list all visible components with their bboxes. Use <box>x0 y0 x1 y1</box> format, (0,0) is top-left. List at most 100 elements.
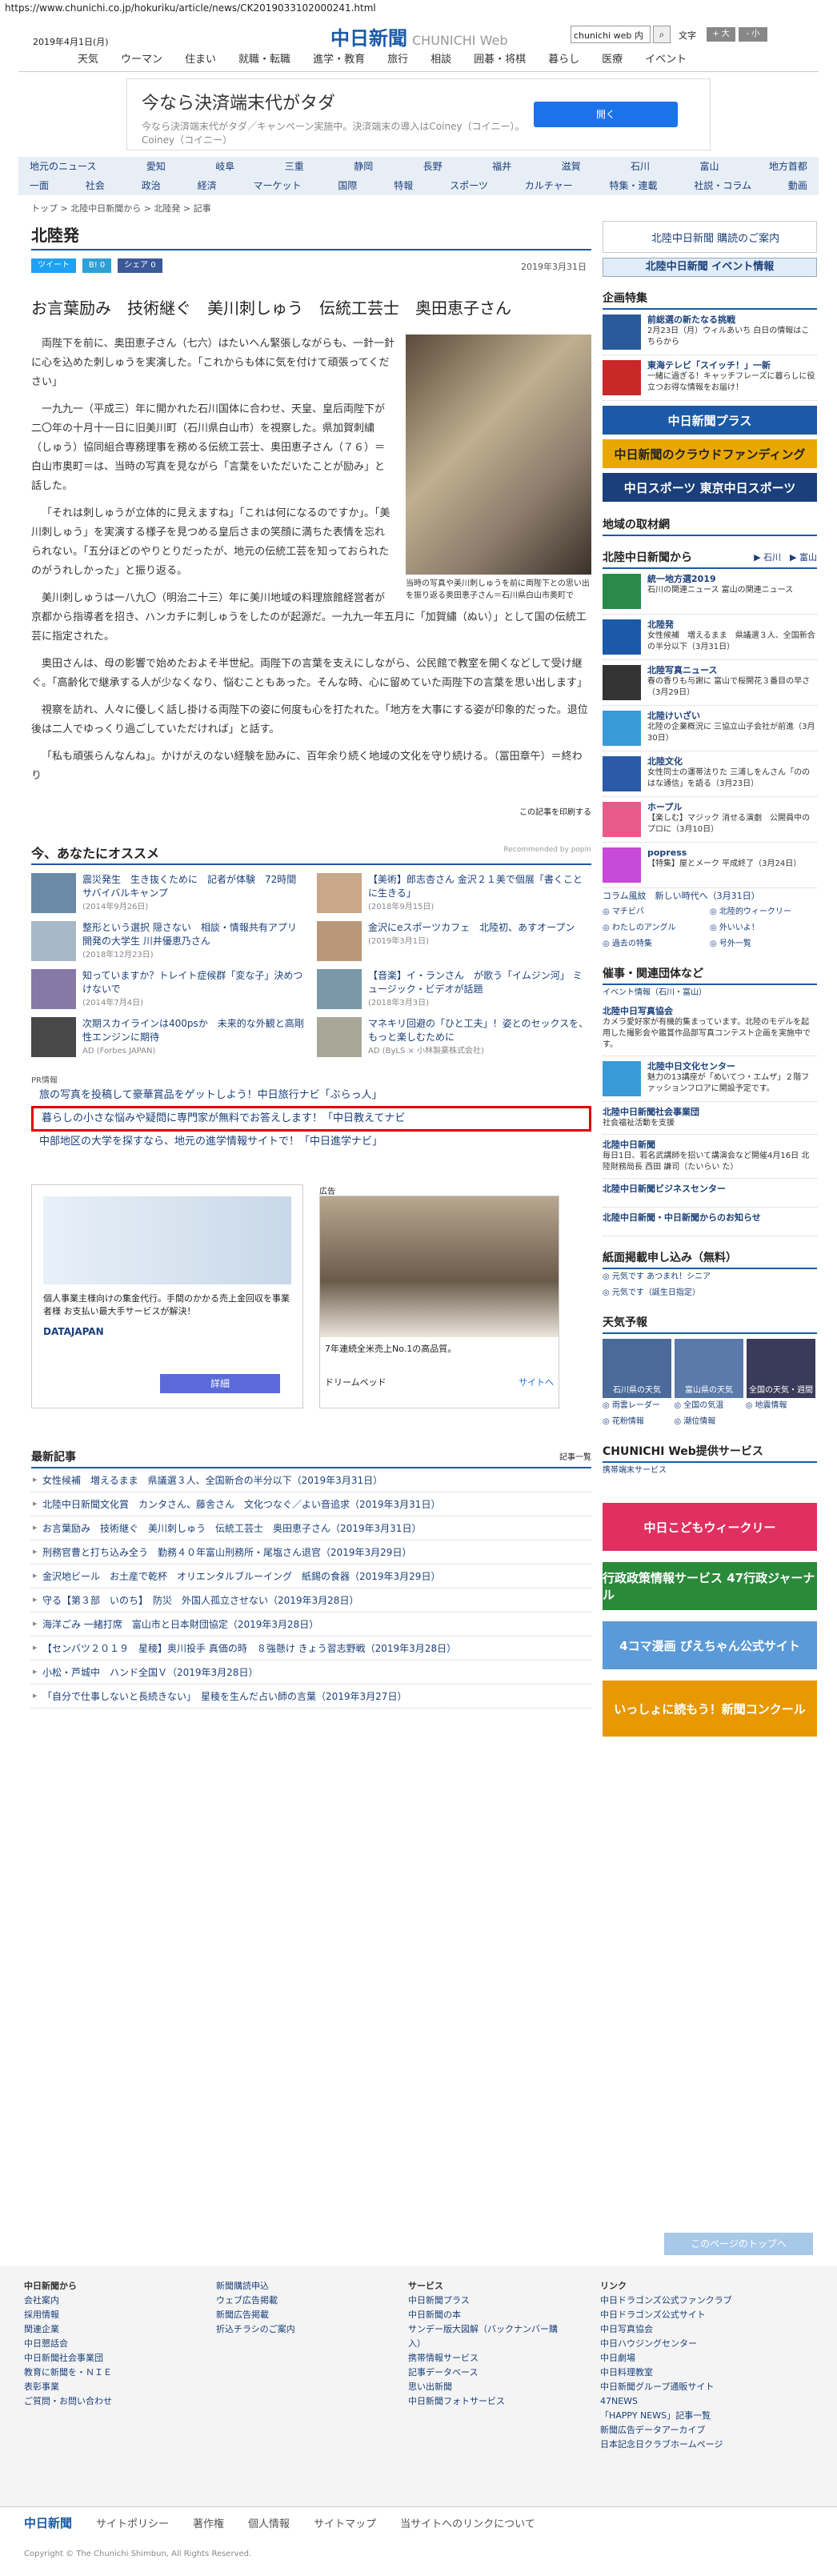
footer-link[interactable]: 会社案内 <box>24 2294 184 2308</box>
footer-link[interactable]: ウェブ広告掲載 <box>216 2294 376 2308</box>
footer-link[interactable]: 中日ドラゴンズ公式サイト <box>600 2308 760 2322</box>
from-item[interactable]: popress 【特集】屋とメーク 平成終了（3月24日） <box>603 843 817 888</box>
footer-link[interactable]: 教育に新聞を・ＮＩＥ <box>24 2366 184 2380</box>
footer-link[interactable]: 中日料理教室 <box>600 2366 760 2380</box>
recent-item[interactable]: 「自分で仕事しないと長続きない」 星稜を生んだ占い師の言葉（2019年3月27日… <box>31 1685 591 1709</box>
recommend-item[interactable]: 【美術】郎志杏さん 金沢２１美で個展「書くことに生きる」 (2018年9月15日) <box>317 873 591 916</box>
pr-link[interactable]: 旅の写真を投稿して豪華賞品をゲットしよう！中日旅行ナビ「ぶらっ人」 <box>31 1085 591 1106</box>
category-nav-item[interactable]: マーケット <box>254 176 302 195</box>
region-nav-item[interactable]: 長野 <box>423 157 443 176</box>
region-nav-item[interactable]: 愛知 <box>146 157 166 176</box>
recent-item[interactable]: 海洋ごみ 一緒打席 富山市と日本財団協定（2019年3月28日） <box>31 1613 591 1637</box>
region-nav-item[interactable]: 地元のニュース <box>30 157 96 176</box>
recent-item[interactable]: 【センバツ２０１９ 星稜】奥川投手 真価の時 ８強懸け きょう習志野戦（2019… <box>31 1637 591 1661</box>
weather-link[interactable]: ◎ 雨雲レーダー <box>603 1398 674 1414</box>
topnav-item[interactable]: 囲碁・将棋 <box>463 50 537 71</box>
topnav-item[interactable]: 進学・教育 <box>302 50 376 71</box>
side-link[interactable]: ◎ 過去の特集 <box>603 936 710 952</box>
topnav-item[interactable]: 住まい <box>174 50 227 71</box>
footer-link[interactable]: 日本記念日クラブホームページ <box>600 2438 760 2452</box>
pr-link[interactable]: 中部地区の大学を探すなら、地元の進学情報サイトで！「中日進学ナビ」 <box>31 1132 591 1152</box>
topnav-item[interactable]: 相談 <box>419 50 463 71</box>
side-link[interactable]: ◎ 号外一覧 <box>710 936 817 952</box>
recent-item[interactable]: 金沢地ビール お土産で乾杯 オリエンタルブルーイング 紙錫の食器（2019年3月… <box>31 1564 591 1588</box>
footer-link[interactable]: 47NEWS <box>600 2394 760 2409</box>
site-link[interactable]: サイトへ <box>519 1376 554 1388</box>
footer-link[interactable]: 思い出新聞 <box>408 2380 568 2394</box>
recent-item[interactable]: 北陸中日新聞文化賞 カンタさん、藤舎さん 文化つなぐ／よい音追求（2019年3月… <box>31 1492 591 1516</box>
category-nav-item[interactable]: 社説・コラム <box>694 176 751 195</box>
category-nav-item[interactable]: 社会 <box>86 176 105 195</box>
footer-link[interactable]: 中日写真協会 <box>600 2322 760 2337</box>
category-nav-item[interactable]: 動画 <box>788 176 807 195</box>
footer-link[interactable]: 中日ハウジングセンター <box>600 2337 760 2351</box>
service-banner[interactable]: 4コマ漫画 ぴえちゃん公式サイト <box>603 1621 817 1669</box>
search-icon[interactable]: ⌕ <box>653 26 671 43</box>
footer-bar-link[interactable]: 当サイトへのリンクについて <box>400 2515 535 2530</box>
region-nav-item[interactable]: 地方首都 <box>769 157 807 176</box>
footer-link[interactable]: 中日懇話会 <box>24 2337 184 2351</box>
event-info-button[interactable]: 北陸中日新聞 イベント情報 <box>603 258 817 277</box>
font-large-button[interactable]: + 大 <box>707 27 735 42</box>
search-input[interactable]: chunichi web 内 <box>571 26 651 43</box>
topnav-item[interactable]: イベント <box>634 50 698 71</box>
category-nav-item[interactable]: 経済 <box>198 176 217 195</box>
topnav-item[interactable]: 医療 <box>591 50 634 71</box>
weather-link[interactable]: ◎ 花粉情報 <box>603 1414 674 1430</box>
from-item[interactable]: 北陸発 女性候補 増えるまま 県議選３人、全国新合の半分以下（3月31日） <box>603 615 817 660</box>
region-nav-item[interactable]: 静岡 <box>354 157 373 176</box>
category-nav-item[interactable]: スポーツ <box>450 176 488 195</box>
site-logo[interactable]: 中日新聞 CHUNICHI Web <box>330 22 508 50</box>
facebook-share-button[interactable]: シェア 0 <box>118 258 162 273</box>
footer-link[interactable]: 中日劇場 <box>600 2351 760 2366</box>
footer-link[interactable]: 折込チラシのご案内 <box>216 2322 376 2337</box>
side-banner[interactable]: 中日新聞のクラウドファンディング <box>603 439 817 468</box>
side-link[interactable]: ◎ 北陸的ウィークリー <box>710 904 817 920</box>
region-nav-item[interactable]: 富山 <box>699 157 719 176</box>
print-link[interactable]: この記事を印刷する <box>31 805 591 817</box>
category-nav-item[interactable]: 一面 <box>30 176 49 195</box>
side-banner[interactable]: 中日新聞プラス <box>603 406 817 435</box>
footer-link[interactable]: 新聞広告データアーカイブ <box>600 2423 760 2438</box>
recommend-item[interactable]: 次期スカイラインは400psか 未来的な外観と高剛性エンジンに期待 AD (For… <box>31 1017 306 1060</box>
footer-link[interactable]: 中日新聞社会事業団 <box>24 2351 184 2366</box>
from-sub[interactable]: ▶ 石川 ▶ 富山 <box>754 551 817 563</box>
local-title[interactable]: 地域の取材網 <box>603 513 817 536</box>
footer-link[interactable]: 「HAPPY NEWS」記事一覧 <box>600 2409 760 2423</box>
topnav-item[interactable]: 就職・転職 <box>227 50 302 71</box>
ad-detail-button[interactable]: 詳細 <box>160 1374 280 1393</box>
footer-link[interactable]: サンデー版大図解（バックナンバー購入） <box>408 2322 568 2351</box>
from-item[interactable]: 北陸けいざい 北陸の企業概況に 三協立山子会社が前進（3月30日） <box>603 706 817 751</box>
footer-link[interactable]: 中日新聞プラス <box>408 2294 568 2308</box>
koukoku-link[interactable]: ◎ 元気です（誕生日指定） <box>603 1285 817 1301</box>
side-link[interactable]: ◎ マチビバ <box>603 904 710 920</box>
footer-link[interactable]: 中日新聞フォトサービス <box>408 2394 568 2409</box>
recent-item[interactable]: お言葉励み 技術継ぐ 美川刺しゅう 伝統工芸士 奥田恵子さん（2019年3月31… <box>31 1516 591 1540</box>
recommend-item[interactable]: 震災発生 生き抜くために 記者が体験 72時間サバイバルキャンプ (2014年9月… <box>31 873 306 916</box>
region-nav-item[interactable]: 石川 <box>631 157 650 176</box>
weather-tile[interactable]: 富山県の天気 <box>675 1339 743 1398</box>
side-link[interactable]: ◎ 外いいよ！ <box>710 920 817 936</box>
category-nav-item[interactable]: カルチャー <box>525 176 573 195</box>
from-item[interactable]: 北陸写真ニュース 春の香りも与謝に 富山で桜開花３番目の早さ（3月29日） <box>603 660 817 706</box>
side-banner[interactable]: 中日スポーツ 東京中日スポーツ <box>603 473 817 502</box>
event-link[interactable]: イベント情報（石川・富山） <box>603 985 817 1001</box>
category-nav-item[interactable]: 特集・連載 <box>610 176 658 195</box>
page-top-button[interactable]: このページのトップへ <box>664 2233 813 2255</box>
topnav-item[interactable]: 旅行 <box>376 50 419 71</box>
footer-bar-link[interactable]: サイトポリシー <box>96 2515 169 2530</box>
org-item[interactable]: 北陸中日新聞・中日新聞からのお知らせ <box>603 1208 817 1236</box>
footer-link[interactable]: 携帯情報サービス <box>408 2351 568 2366</box>
from-item[interactable]: 北陸文化 女性同士の運帯法りた 三浦しをんさん「ののはな通信」を語る（3月23日） <box>603 751 817 797</box>
recent-item[interactable]: 女性候補 増えるまま 県議選３人、全国新合の半分以下（2019年3月31日） <box>31 1468 591 1492</box>
footer-link[interactable]: 新聞広告掲載 <box>216 2308 376 2322</box>
pr-link-highlighted[interactable]: 暮らしの小さな悩みや疑問に専門家が無料でお答えします！「中日教えてナビ <box>31 1106 591 1132</box>
weather-link[interactable]: ◎ 全国の気温 <box>674 1398 745 1414</box>
region-nav-item[interactable]: 岐阜 <box>215 157 234 176</box>
recent-more-link[interactable]: 記事一覧 <box>559 1450 591 1462</box>
recommend-item[interactable]: 【音楽】イ・ランさん が歌う「イムジン河」 ミュージック・ビデオが話題 (2018… <box>317 969 591 1012</box>
recent-item[interactable]: 小松・芦城中 ハンド全国Ｖ（2019年3月28日） <box>31 1661 591 1685</box>
service-banner[interactable]: 中日こどもウィークリー <box>603 1503 817 1551</box>
footer-bar-link[interactable]: 著作権 <box>193 2515 224 2530</box>
service-link[interactable]: 携帯端末サービス <box>603 1463 817 1479</box>
